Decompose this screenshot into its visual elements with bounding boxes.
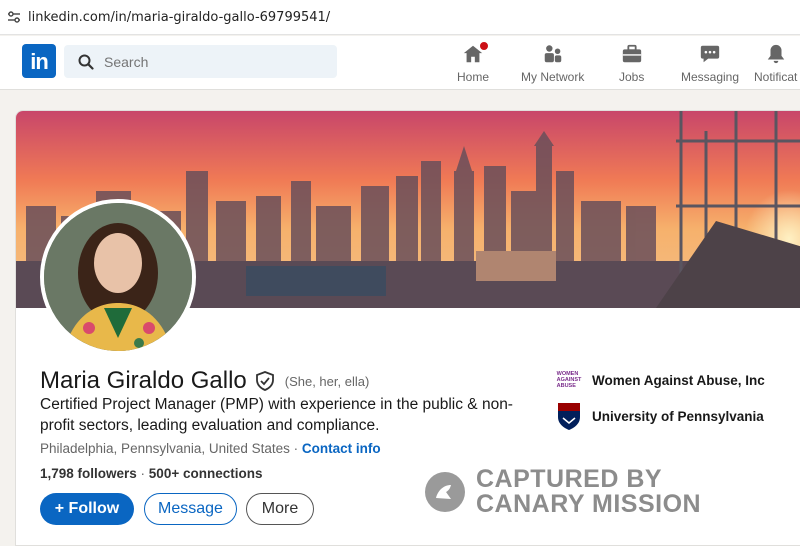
org-name: Women Against Abuse, Inc bbox=[592, 372, 765, 388]
nav-jobs[interactable]: Jobs bbox=[619, 42, 644, 84]
nav-my-network[interactable]: My Network bbox=[521, 42, 584, 84]
nav-notifications[interactable]: Notificat bbox=[754, 42, 797, 84]
nav-label: Home bbox=[457, 70, 490, 84]
notification-badge bbox=[478, 40, 490, 52]
org-upenn[interactable]: University of Pennsylvania bbox=[556, 403, 764, 430]
profile-headline: Certified Project Manager (PMP) with exp… bbox=[40, 396, 513, 434]
name-row: Maria Giraldo Gallo (She, her, ella) bbox=[40, 367, 369, 395]
follow-button[interactable]: + Follow bbox=[40, 493, 134, 525]
message-button[interactable]: Message bbox=[144, 493, 237, 525]
org-name: University of Pennsylvania bbox=[592, 408, 764, 424]
profile-name: Maria Giraldo Gallo bbox=[40, 367, 247, 394]
linkedin-logo[interactable]: in bbox=[22, 44, 56, 78]
canary-mission-watermark: CAPTURED BY CANARY MISSION bbox=[424, 467, 701, 517]
profile-avatar[interactable] bbox=[40, 199, 196, 355]
briefcase-icon bbox=[621, 42, 643, 66]
top-nav: in Home My Network Jobs Messaging Notifi… bbox=[0, 36, 800, 90]
watermark-line-2: CANARY MISSION bbox=[476, 490, 702, 518]
watermark-line-1: CAPTURED BY bbox=[476, 465, 663, 493]
location-line: Philadelphia, Pennsylvania, United State… bbox=[40, 441, 381, 456]
more-button[interactable]: More bbox=[246, 493, 314, 525]
profile-card: Maria Giraldo Gallo (She, her, ella) Cer… bbox=[15, 110, 800, 546]
org-women-against-abuse[interactable]: WOMEN AGAINST ABUSE Women Against Abuse, I… bbox=[556, 367, 765, 393]
search-box[interactable] bbox=[64, 45, 337, 78]
nav-home[interactable]: Home bbox=[457, 40, 490, 84]
canary-bird-icon bbox=[425, 472, 465, 512]
home-icon bbox=[462, 40, 490, 66]
browser-address-bar[interactable]: linkedin.com/in/maria-giraldo-gallo-6979… bbox=[0, 0, 800, 35]
nav-messaging[interactable]: Messaging bbox=[681, 42, 739, 84]
nav-label: My Network bbox=[521, 70, 585, 84]
women-against-abuse-logo: WOMEN AGAINST ABUSE bbox=[556, 371, 582, 389]
messaging-icon bbox=[699, 42, 721, 66]
network-icon bbox=[542, 42, 564, 66]
separator: · bbox=[289, 441, 302, 456]
verified-shield-icon[interactable] bbox=[255, 371, 275, 391]
upenn-shield-logo bbox=[556, 403, 582, 430]
search-icon bbox=[78, 54, 94, 70]
bell-icon bbox=[765, 42, 787, 66]
site-settings-icon[interactable] bbox=[0, 11, 28, 23]
connections-count[interactable]: 500+ connections bbox=[149, 466, 263, 481]
pronouns: (She, her, ella) bbox=[284, 373, 370, 389]
separator: · bbox=[136, 466, 149, 481]
url-text[interactable]: linkedin.com/in/maria-giraldo-gallo-6979… bbox=[28, 10, 330, 25]
followers-count[interactable]: 1,798 followers bbox=[40, 466, 137, 481]
search-input[interactable] bbox=[104, 53, 304, 70]
nav-label: Messaging bbox=[681, 70, 740, 84]
location-text: Philadelphia, Pennsylvania, United State… bbox=[40, 441, 290, 456]
nav-label: Jobs bbox=[619, 70, 645, 84]
network-stats: 1,798 followers · 500+ connections bbox=[40, 466, 262, 481]
contact-info-link[interactable]: Contact info bbox=[302, 441, 381, 456]
nav-label: Notificat bbox=[754, 70, 798, 84]
